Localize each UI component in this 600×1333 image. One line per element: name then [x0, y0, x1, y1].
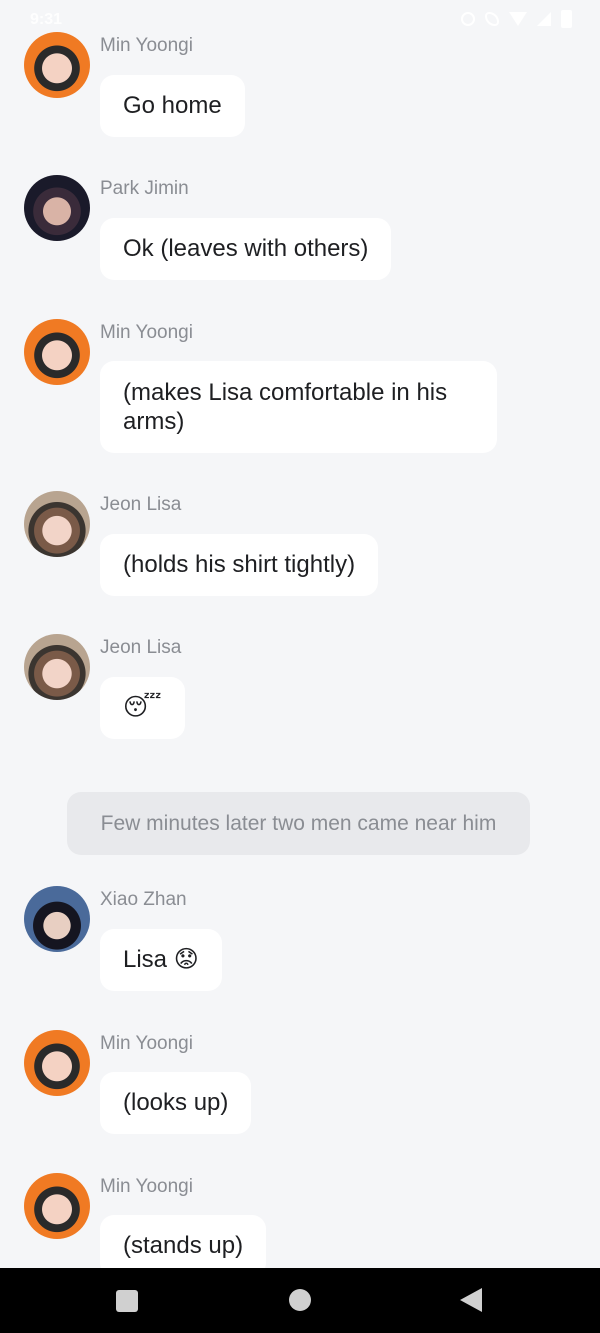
avatar-min-yoongi[interactable]	[24, 32, 90, 98]
avatar-min-yoongi[interactable]	[24, 1030, 90, 1096]
avatar-jeon-lisa[interactable]	[24, 491, 90, 557]
sender-name: Park Jimin	[100, 178, 189, 199]
back-button[interactable]	[460, 1288, 482, 1312]
message-bubble[interactable]: Go home	[100, 75, 245, 137]
sender-name: Xiao Zhan	[100, 889, 187, 910]
recents-button[interactable]	[116, 1290, 138, 1312]
status-bar: 9:31	[0, 0, 600, 40]
avatar-park-jimin[interactable]	[24, 175, 90, 241]
message-bubble[interactable]: (makes Lisa comfortable in his arms)	[100, 361, 497, 453]
alarm-icon	[461, 12, 475, 26]
narration-text: Few minutes later two men came near him	[67, 792, 530, 855]
message-bubble[interactable]: Ok (leaves with others)	[100, 218, 392, 280]
signal-icon	[537, 12, 551, 26]
status-time: 9:31	[30, 11, 63, 28]
home-button[interactable]	[289, 1289, 311, 1311]
message-bubble[interactable]: Lisa 😟	[100, 929, 222, 991]
avatar-xiao-zhan[interactable]	[24, 886, 90, 952]
sender-name: Min Yoongi	[100, 35, 193, 56]
status-icons	[461, 10, 572, 28]
wifi-icon	[509, 12, 527, 26]
sender-name: Jeon Lisa	[100, 494, 182, 515]
sender-name: Jeon Lisa	[100, 637, 182, 658]
avatar-min-yoongi[interactable]	[24, 1173, 90, 1239]
avatar-jeon-lisa[interactable]	[24, 634, 90, 700]
message-bubble[interactable]: (holds his shirt tightly)	[100, 534, 379, 596]
avatar-min-yoongi[interactable]	[24, 319, 90, 385]
sender-name: Min Yoongi	[100, 1033, 193, 1054]
sender-name: Min Yoongi	[100, 1176, 193, 1197]
sender-name: Min Yoongi	[100, 322, 193, 343]
phone-icon	[485, 12, 499, 26]
message-bubble[interactable]: 😴	[100, 677, 185, 739]
battery-icon	[561, 10, 572, 28]
message-bubble[interactable]: (looks up)	[100, 1072, 252, 1134]
navigation-bar	[0, 1268, 600, 1333]
